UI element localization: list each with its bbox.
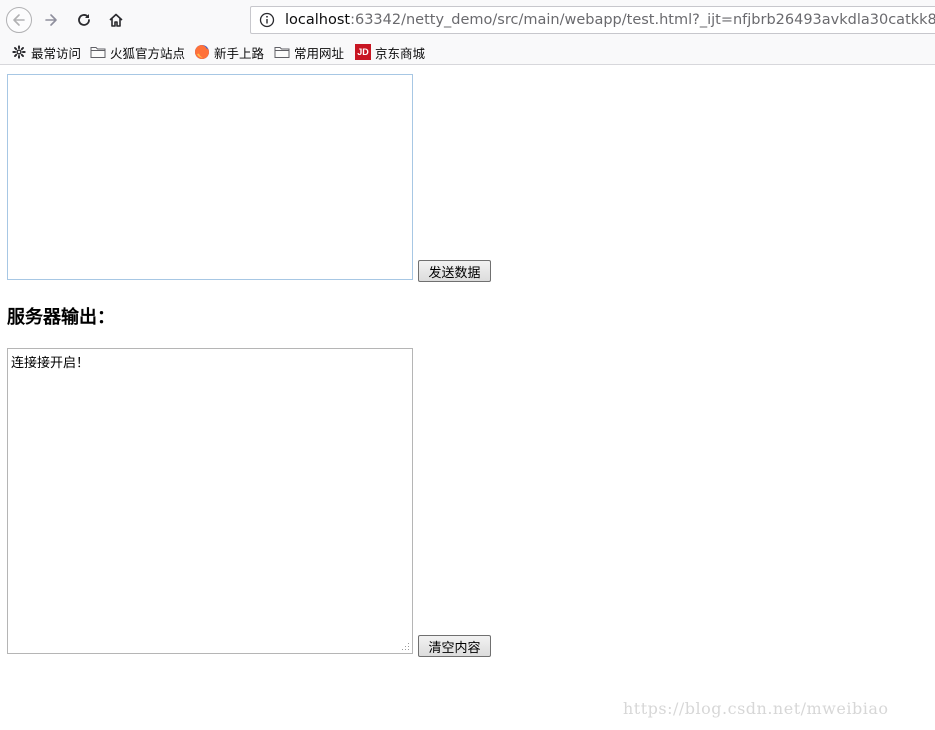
bookmark-getting-started[interactable]: 新手上路: [194, 42, 264, 62]
clear-content-button[interactable]: 清空内容: [418, 635, 491, 657]
bookmark-label: 新手上路: [214, 45, 265, 61]
bookmark-most-visited[interactable]: 最常访问: [11, 42, 81, 62]
bookmark-label: 最常访问: [31, 45, 82, 61]
navigation-toolbar: localhost:63342/netty_demo/src/main/weba…: [0, 0, 935, 40]
reload-icon: [78, 14, 90, 26]
forward-button[interactable]: [38, 7, 64, 33]
info-icon[interactable]: [259, 12, 275, 28]
bookmark-firefox-official[interactable]: 火狐官方站点: [90, 42, 185, 62]
resize-grip-icon[interactable]: [402, 643, 410, 651]
bookmark-label: 常用网址: [294, 45, 345, 61]
url-path: :63342/netty_demo/src/main/webapp/test.h…: [350, 12, 935, 28]
page-content: 发送数据 服务器输出： 连接接开启！ 清空内容 https://blog.csd…: [0, 65, 935, 730]
bookmarks-toolbar: 最常访问 火狐官方站点 新手上路 常用网址 JD 京东商城: [0, 40, 935, 64]
folder-icon: [274, 44, 290, 60]
output-text: 连接接开启！: [11, 356, 90, 371]
firefox-icon: [194, 44, 210, 60]
watermark: https://blog.csdn.net/mweibiao: [623, 699, 889, 718]
bookmark-jd-mall[interactable]: JD 京东商城: [355, 42, 425, 62]
url-text[interactable]: localhost:63342/netty_demo/src/main/weba…: [285, 12, 935, 28]
address-bar[interactable]: localhost:63342/netty_demo/src/main/weba…: [250, 6, 935, 34]
arrow-right-icon: [45, 14, 57, 26]
server-output-textarea[interactable]: 连接接开启！: [7, 348, 413, 654]
home-button[interactable]: [103, 7, 129, 33]
browser-chrome: localhost:63342/netty_demo/src/main/weba…: [0, 0, 935, 65]
gear-icon: [11, 44, 27, 60]
url-host: localhost: [285, 12, 351, 28]
bookmark-label: 火狐官方站点: [110, 45, 186, 61]
home-icon: [109, 13, 123, 27]
message-input[interactable]: [7, 74, 413, 280]
bookmark-label: 京东商城: [375, 45, 426, 61]
arrow-left-icon: [13, 14, 25, 26]
jd-icon: JD: [355, 44, 371, 60]
folder-icon: [90, 44, 106, 60]
bookmark-common-sites[interactable]: 常用网址: [274, 42, 344, 62]
server-output-heading: 服务器输出：: [7, 307, 115, 328]
back-button[interactable]: [6, 7, 32, 33]
send-data-button[interactable]: 发送数据: [418, 260, 491, 282]
reload-button[interactable]: [71, 7, 97, 33]
